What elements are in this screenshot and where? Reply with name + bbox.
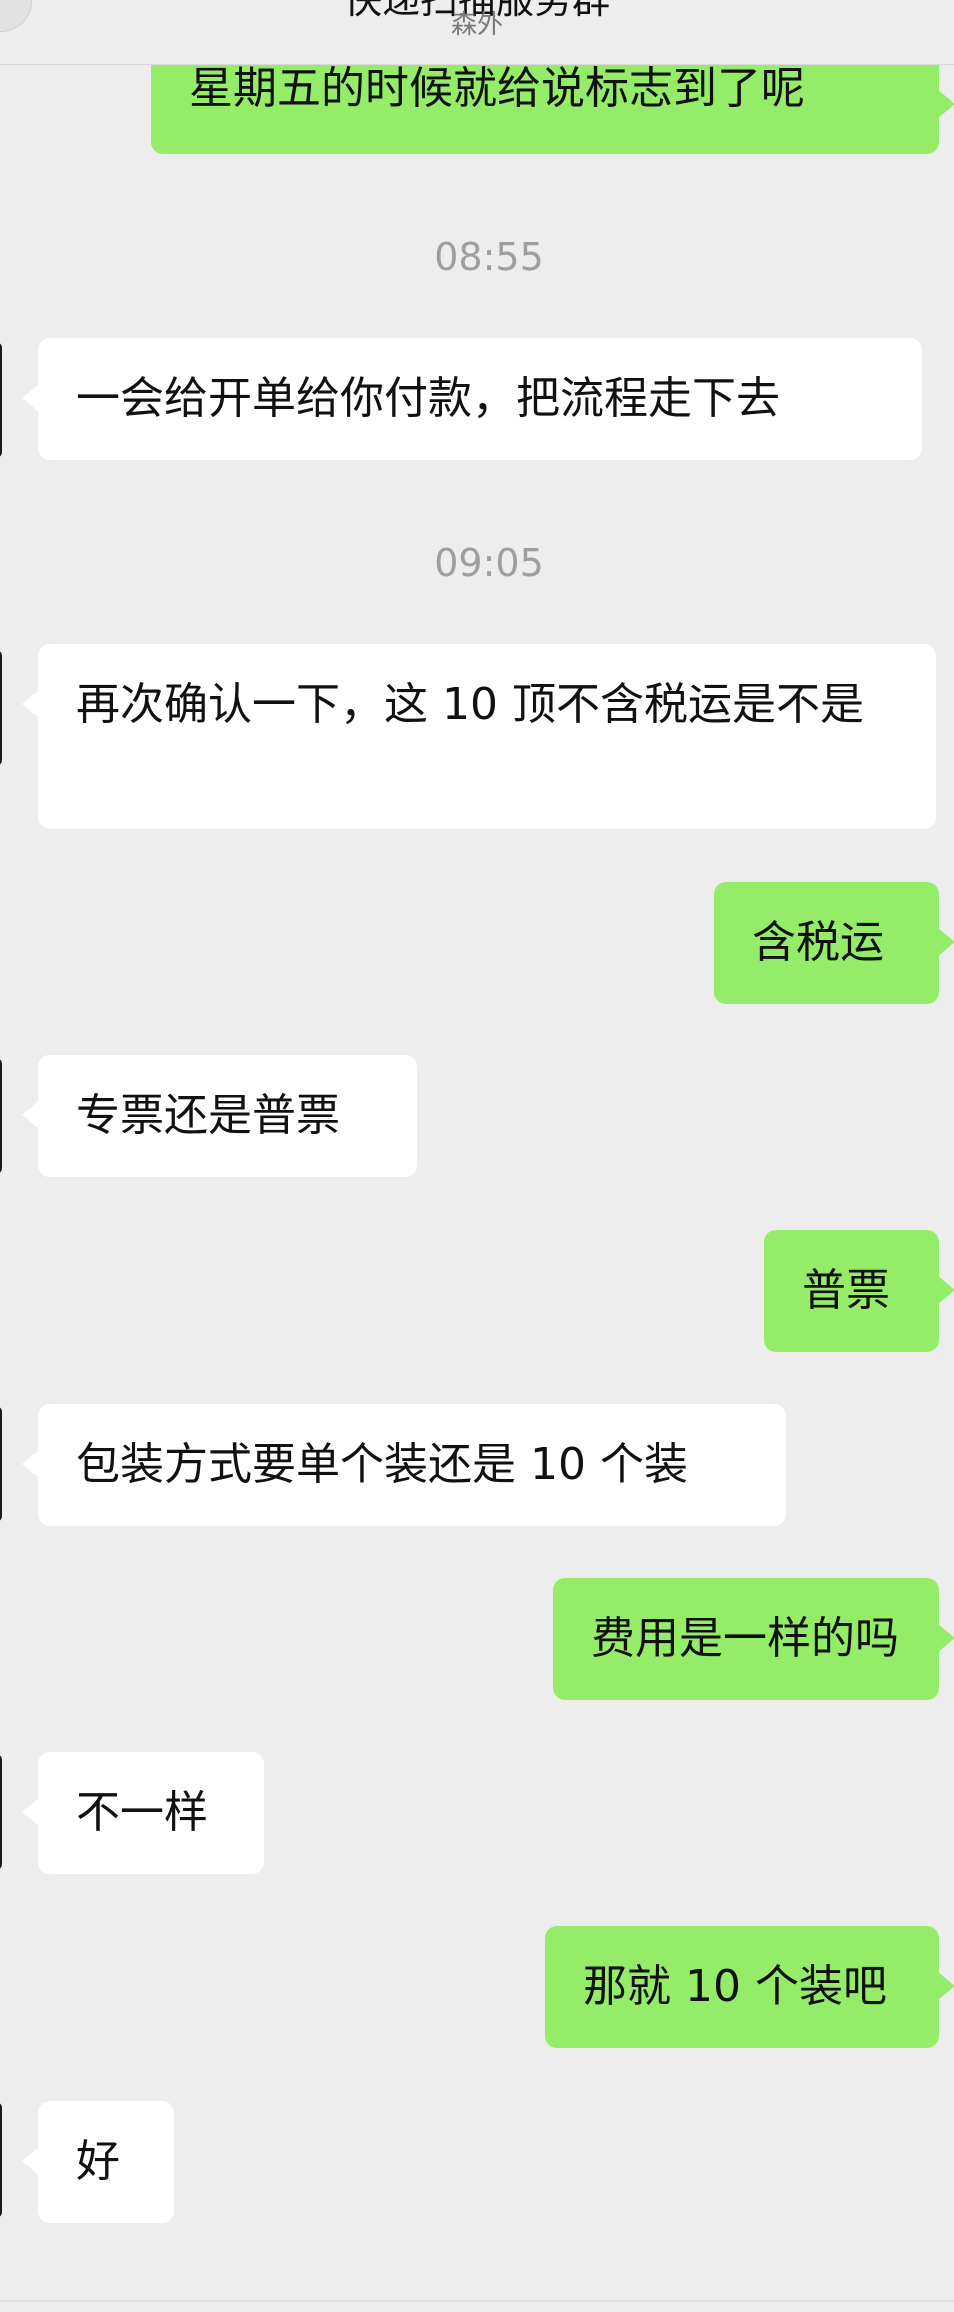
- message-bubble-incoming[interactable]: 一会给开单给你付款，把流程走下去: [22, 338, 922, 460]
- message-bubble-outgoing[interactable]: 含税运: [714, 882, 954, 1004]
- message-bubble-incoming[interactable]: 包装方式要单个装还是 10 个装: [22, 1404, 786, 1526]
- message-bubble-incoming[interactable]: 再次确认一下，这 10 顶不含税运是不是: [22, 644, 936, 829]
- timestamp: 08:55: [434, 235, 544, 279]
- message-bubble-incoming[interactable]: 专票还是普票: [22, 1055, 417, 1177]
- message-bubble-incoming[interactable]: 好: [22, 2101, 174, 2223]
- contact-avatar[interactable]: [0, 1058, 2, 1174]
- message-bubble-outgoing[interactable]: 普票: [764, 1230, 954, 1352]
- contact-avatar[interactable]: [0, 342, 2, 458]
- contact-avatar[interactable]: [0, 2102, 2, 2218]
- divider: [0, 2300, 954, 2302]
- timestamp: 09:05: [434, 541, 544, 585]
- contact-avatar[interactable]: [0, 1754, 2, 1870]
- message-bubble-outgoing[interactable]: 费用是一样的吗: [553, 1578, 954, 1700]
- message-bubble-incoming[interactable]: 不一样: [22, 1752, 264, 1874]
- contact-avatar[interactable]: [0, 1406, 2, 1522]
- message-bubble-outgoing[interactable]: 那就 10 个装吧: [545, 1926, 954, 2048]
- chat-subtitle: 森外: [450, 10, 503, 40]
- chat-header: 快递扫描服务群 森外: [0, 0, 954, 65]
- contact-avatar[interactable]: [0, 650, 2, 766]
